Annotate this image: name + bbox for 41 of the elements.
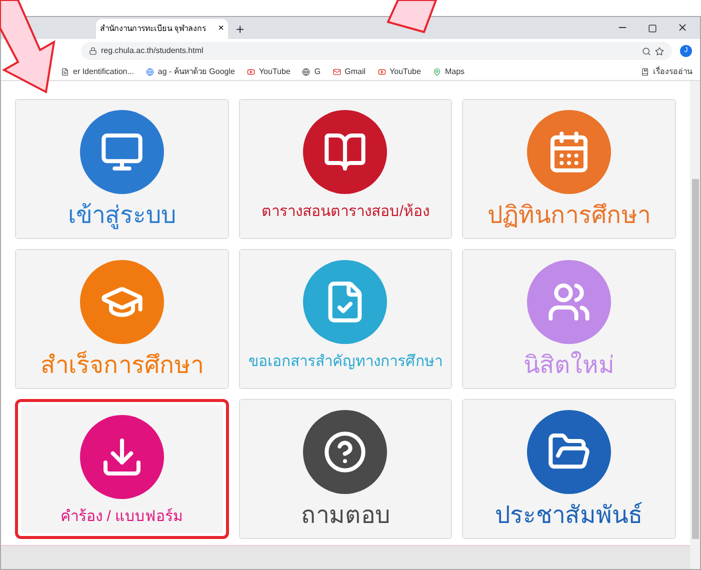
scrollbar[interactable]	[690, 81, 700, 569]
tab-title: สำนักงานการทะเบียน จุฬาลงกร	[100, 23, 208, 35]
card-label: ถามตอบ	[300, 504, 390, 528]
menu-card[interactable]: ตารางสอนตารางสอบ/ห้อง	[238, 99, 452, 239]
menu-card[interactable]: ถามตอบ	[238, 399, 452, 539]
arrow-drawing	[386, 0, 438, 34]
bookmark-icon	[332, 68, 341, 76]
bookmark-icon	[432, 68, 441, 76]
menu-card[interactable]: คำร้อง / แบบฟอร์ม	[15, 399, 229, 539]
card-label: ปฏิทินการศึกษา	[488, 204, 651, 228]
card-label: ประชาสัมพันธ์	[495, 504, 644, 528]
menu-card[interactable]: เข้าสู่ระบบ	[15, 99, 229, 239]
browser-tab[interactable]: สำนักงานการทะเบียน จุฬาลงกร ×	[96, 19, 228, 39]
bookmark-icon	[146, 68, 154, 76]
new-tab-button[interactable]: +	[236, 22, 244, 36]
close-tab-button[interactable]: ×	[218, 24, 224, 34]
card-label: ตารางสอนตารางสอบ/ห้อง	[261, 204, 430, 219]
card-label: ขอเอกสารสำคัญทางการศึกษา	[248, 354, 442, 369]
menu-card[interactable]: ประชาสัมพันธ์	[462, 399, 676, 539]
bookmark-item[interactable]: G	[302, 66, 321, 78]
bookmark-item[interactable]: ag - ค้นหาด้วย Google	[146, 66, 235, 78]
card-label: เข้าสู่ระบบ	[68, 204, 176, 228]
bookmark-icon	[246, 68, 255, 76]
star-icon[interactable]	[655, 46, 664, 56]
maximize-icon[interactable]	[648, 24, 657, 33]
url-text: reg.chula.ac.th/students.html	[101, 45, 204, 57]
close-icon[interactable]	[677, 22, 688, 33]
bookmark-icon	[61, 68, 69, 76]
reading-list-button[interactable]: เรื่องรออ่าน	[641, 66, 692, 78]
zoom-icon[interactable]	[642, 46, 651, 56]
bookmark-icon	[378, 68, 386, 76]
bookmark-item[interactable]: er Identification...	[61, 66, 134, 78]
bookmark-item[interactable]: YouTube	[246, 66, 290, 78]
reading-list-icon	[641, 68, 649, 76]
bookmark-item[interactable]: Gmail	[332, 66, 366, 78]
address-bar[interactable]: reg.chula.ac.th/students.html	[81, 42, 672, 60]
bookmark-item[interactable]: Maps	[432, 66, 465, 78]
lock-icon	[89, 47, 97, 55]
bookmark-icon	[302, 68, 310, 76]
card-label: คำร้อง / แบบฟอร์ม	[60, 509, 184, 524]
bookmark-item[interactable]: YouTube	[378, 66, 421, 78]
